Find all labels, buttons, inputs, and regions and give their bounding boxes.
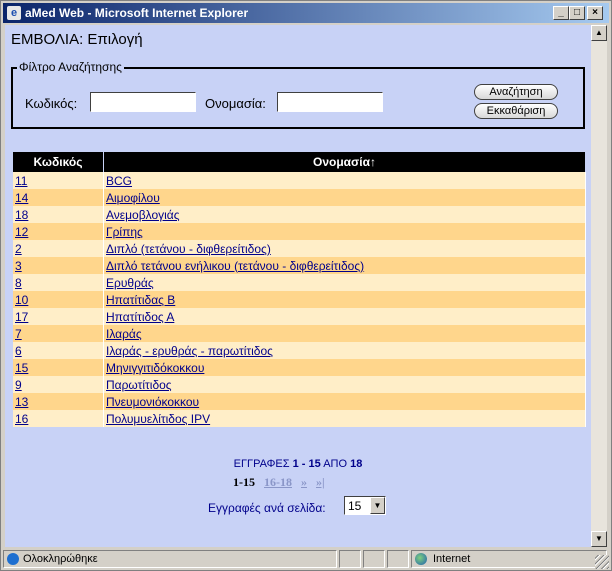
globe-icon (415, 553, 427, 566)
row-name-link[interactable]: Αιμοφίλου (106, 191, 160, 205)
row-code-link[interactable]: 15 (15, 361, 28, 375)
page-done-icon (7, 553, 19, 566)
of-label: ΑΠΟ (323, 458, 348, 470)
row-code-link[interactable]: 2 (15, 242, 22, 256)
row-name-link[interactable]: Γρίπης (106, 225, 143, 239)
row-name-link[interactable]: Ηπατίτιδας Β (106, 293, 175, 307)
row-name-link[interactable]: Ερυθράς (106, 276, 154, 290)
row-code-link[interactable]: 9 (15, 378, 22, 392)
table-row: 18 Ανεμοβλογιάς (13, 206, 586, 223)
scroll-down-button[interactable]: ▼ (591, 531, 607, 547)
maximize-button[interactable]: □ (569, 6, 585, 20)
table-row: 11 BCG (13, 172, 586, 189)
table-row: 14 Αιμοφίλου (13, 189, 586, 206)
row-name-link[interactable]: Πνευμονιόκοκκου (106, 395, 199, 409)
filter-legend: Φίλτρο Αναζήτησης (17, 60, 124, 74)
table-row: 16 Πολυμυελίτιδος IPV (13, 410, 586, 427)
minimize-button[interactable]: _ (553, 6, 569, 20)
status-bar: Ολοκληρώθηκε Internet (3, 549, 609, 569)
table-row: 6 Ιλαράς - ερυθράς - παρωτίτιδος (13, 342, 586, 359)
vertical-scrollbar[interactable]: ▲ ▼ (591, 25, 607, 547)
status-panel-3 (387, 550, 409, 568)
table-row: 17 Ηπατίτιδος Α (13, 308, 586, 325)
search-button[interactable]: Αναζήτηση (474, 84, 558, 100)
status-panel-2 (363, 550, 385, 568)
status-text-panel: Ολοκληρώθηκε (3, 550, 337, 568)
row-name-link[interactable]: Ηπατίτιδος Α (106, 310, 174, 324)
browser-window: e aMed Web - Microsoft Internet Explorer… (0, 0, 612, 571)
pager-links: 1-15 16-18 » »| (233, 475, 331, 490)
current-page: 1-15 (233, 475, 255, 489)
last-page-button[interactable]: »| (316, 475, 325, 489)
table-row: 12 Γρίπης (13, 223, 586, 240)
table-row: 10 Ηπατίτιδας Β (13, 291, 586, 308)
column-header-code[interactable]: Κωδικός (13, 152, 104, 172)
row-name-link[interactable]: Ανεμοβλογιάς (106, 208, 180, 222)
next-page-button[interactable]: » (301, 475, 307, 489)
column-header-name[interactable]: Ονομασία↑ (103, 152, 586, 172)
row-name-link[interactable]: Μηνιγγιτιδόκοκκου (106, 361, 204, 375)
code-label: Κωδικός: (25, 96, 78, 111)
table-row: 13 Πνευμονιόκοκκου (13, 393, 586, 410)
row-code-link[interactable]: 12 (15, 225, 28, 239)
records-total: 18 (350, 458, 363, 470)
chevron-down-icon[interactable]: ▼ (370, 497, 385, 514)
row-code-link[interactable]: 18 (15, 208, 28, 222)
per-page-label: Εγγραφές ανά σελίδα: (208, 501, 326, 515)
close-button[interactable]: × (587, 6, 603, 20)
row-code-link[interactable]: 11 (15, 174, 27, 188)
vaccine-table: Κωδικός Ονομασία↑ 11 BCG 14 Αιμοφίλου 18 Αν… (13, 152, 586, 427)
sort-ascending-icon: ↑ (369, 155, 376, 169)
code-input[interactable] (90, 92, 196, 112)
table-row: 8 Ερυθράς (13, 274, 586, 291)
records-label: ΕΓΓΡΑΦΕΣ (233, 458, 290, 470)
per-page-value: 15 (348, 499, 362, 513)
row-code-link[interactable]: 7 (15, 327, 22, 341)
row-code-link[interactable]: 14 (15, 191, 28, 205)
table-row: 7 Ιλαράς (13, 325, 586, 342)
records-range: 1 - 15 (292, 458, 321, 470)
row-code-link[interactable]: 13 (15, 395, 28, 409)
row-code-link[interactable]: 3 (15, 259, 22, 273)
status-panel-1 (339, 550, 361, 568)
scroll-up-button[interactable]: ▲ (591, 25, 607, 41)
row-name-link[interactable]: Διπλό (τετάνου - διφθερείτιδος) (106, 242, 271, 256)
page-title: ΕΜΒΟΛΙΑ: Επιλογή (11, 31, 143, 48)
row-name-link[interactable]: BCG (106, 174, 132, 188)
row-name-link[interactable]: Ιλαράς (106, 327, 142, 341)
clear-button[interactable]: Εκκαθάριση (474, 103, 558, 119)
row-code-link[interactable]: 6 (15, 344, 22, 358)
zone-text: Internet (433, 553, 471, 565)
status-text: Ολοκληρώθηκε (23, 553, 98, 565)
per-page-select[interactable]: 15 ▼ (344, 496, 386, 515)
table-row: 3 Διπλό τετάνου ενήλικου (τετάνου - διφθε… (13, 257, 586, 274)
table-row: 2 Διπλό (τετάνου - διφθερείτιδος) (13, 240, 586, 257)
window-title: aMed Web - Microsoft Internet Explorer (25, 6, 249, 20)
page-content: ΕΜΒΟΛΙΑ: Επιλογή Φίλτρο Αναζήτησης Κωδικ… (5, 25, 591, 547)
row-code-link[interactable]: 16 (15, 412, 28, 426)
name-input[interactable] (277, 92, 383, 112)
table-row: 15 Μηνιγγιτιδόκοκκου (13, 359, 586, 376)
pager-summary: ΕΓΓΡΑΦΕΣ 1 - 15 ΑΠΟ 18 (5, 458, 591, 470)
table-header-row: Κωδικός Ονομασία↑ (13, 152, 586, 172)
page-link-16-18[interactable]: 16-18 (264, 475, 292, 489)
name-label: Ονομασία: (205, 96, 266, 111)
row-code-link[interactable]: 10 (15, 293, 28, 307)
ie-icon: e (7, 6, 21, 20)
row-name-link[interactable]: Παρωτίτιδος (106, 378, 172, 392)
row-name-link[interactable]: Διπλό τετάνου ενήλικου (τετάνου - διφθερ… (106, 259, 364, 273)
search-filter-box: Φίλτρο Αναζήτησης Κωδικός: Ονομασία: Ανα… (11, 60, 585, 129)
title-bar[interactable]: e aMed Web - Microsoft Internet Explorer… (3, 3, 609, 23)
row-name-link[interactable]: Ιλαράς - ερυθράς - παρωτίτιδος (106, 344, 273, 358)
resize-grip-icon[interactable] (595, 555, 609, 569)
row-name-link[interactable]: Πολυμυελίτιδος IPV (106, 412, 210, 426)
row-code-link[interactable]: 8 (15, 276, 22, 290)
table-row: 9 Παρωτίτιδος (13, 376, 586, 393)
row-code-link[interactable]: 17 (15, 310, 28, 324)
zone-panel: Internet (411, 550, 607, 568)
